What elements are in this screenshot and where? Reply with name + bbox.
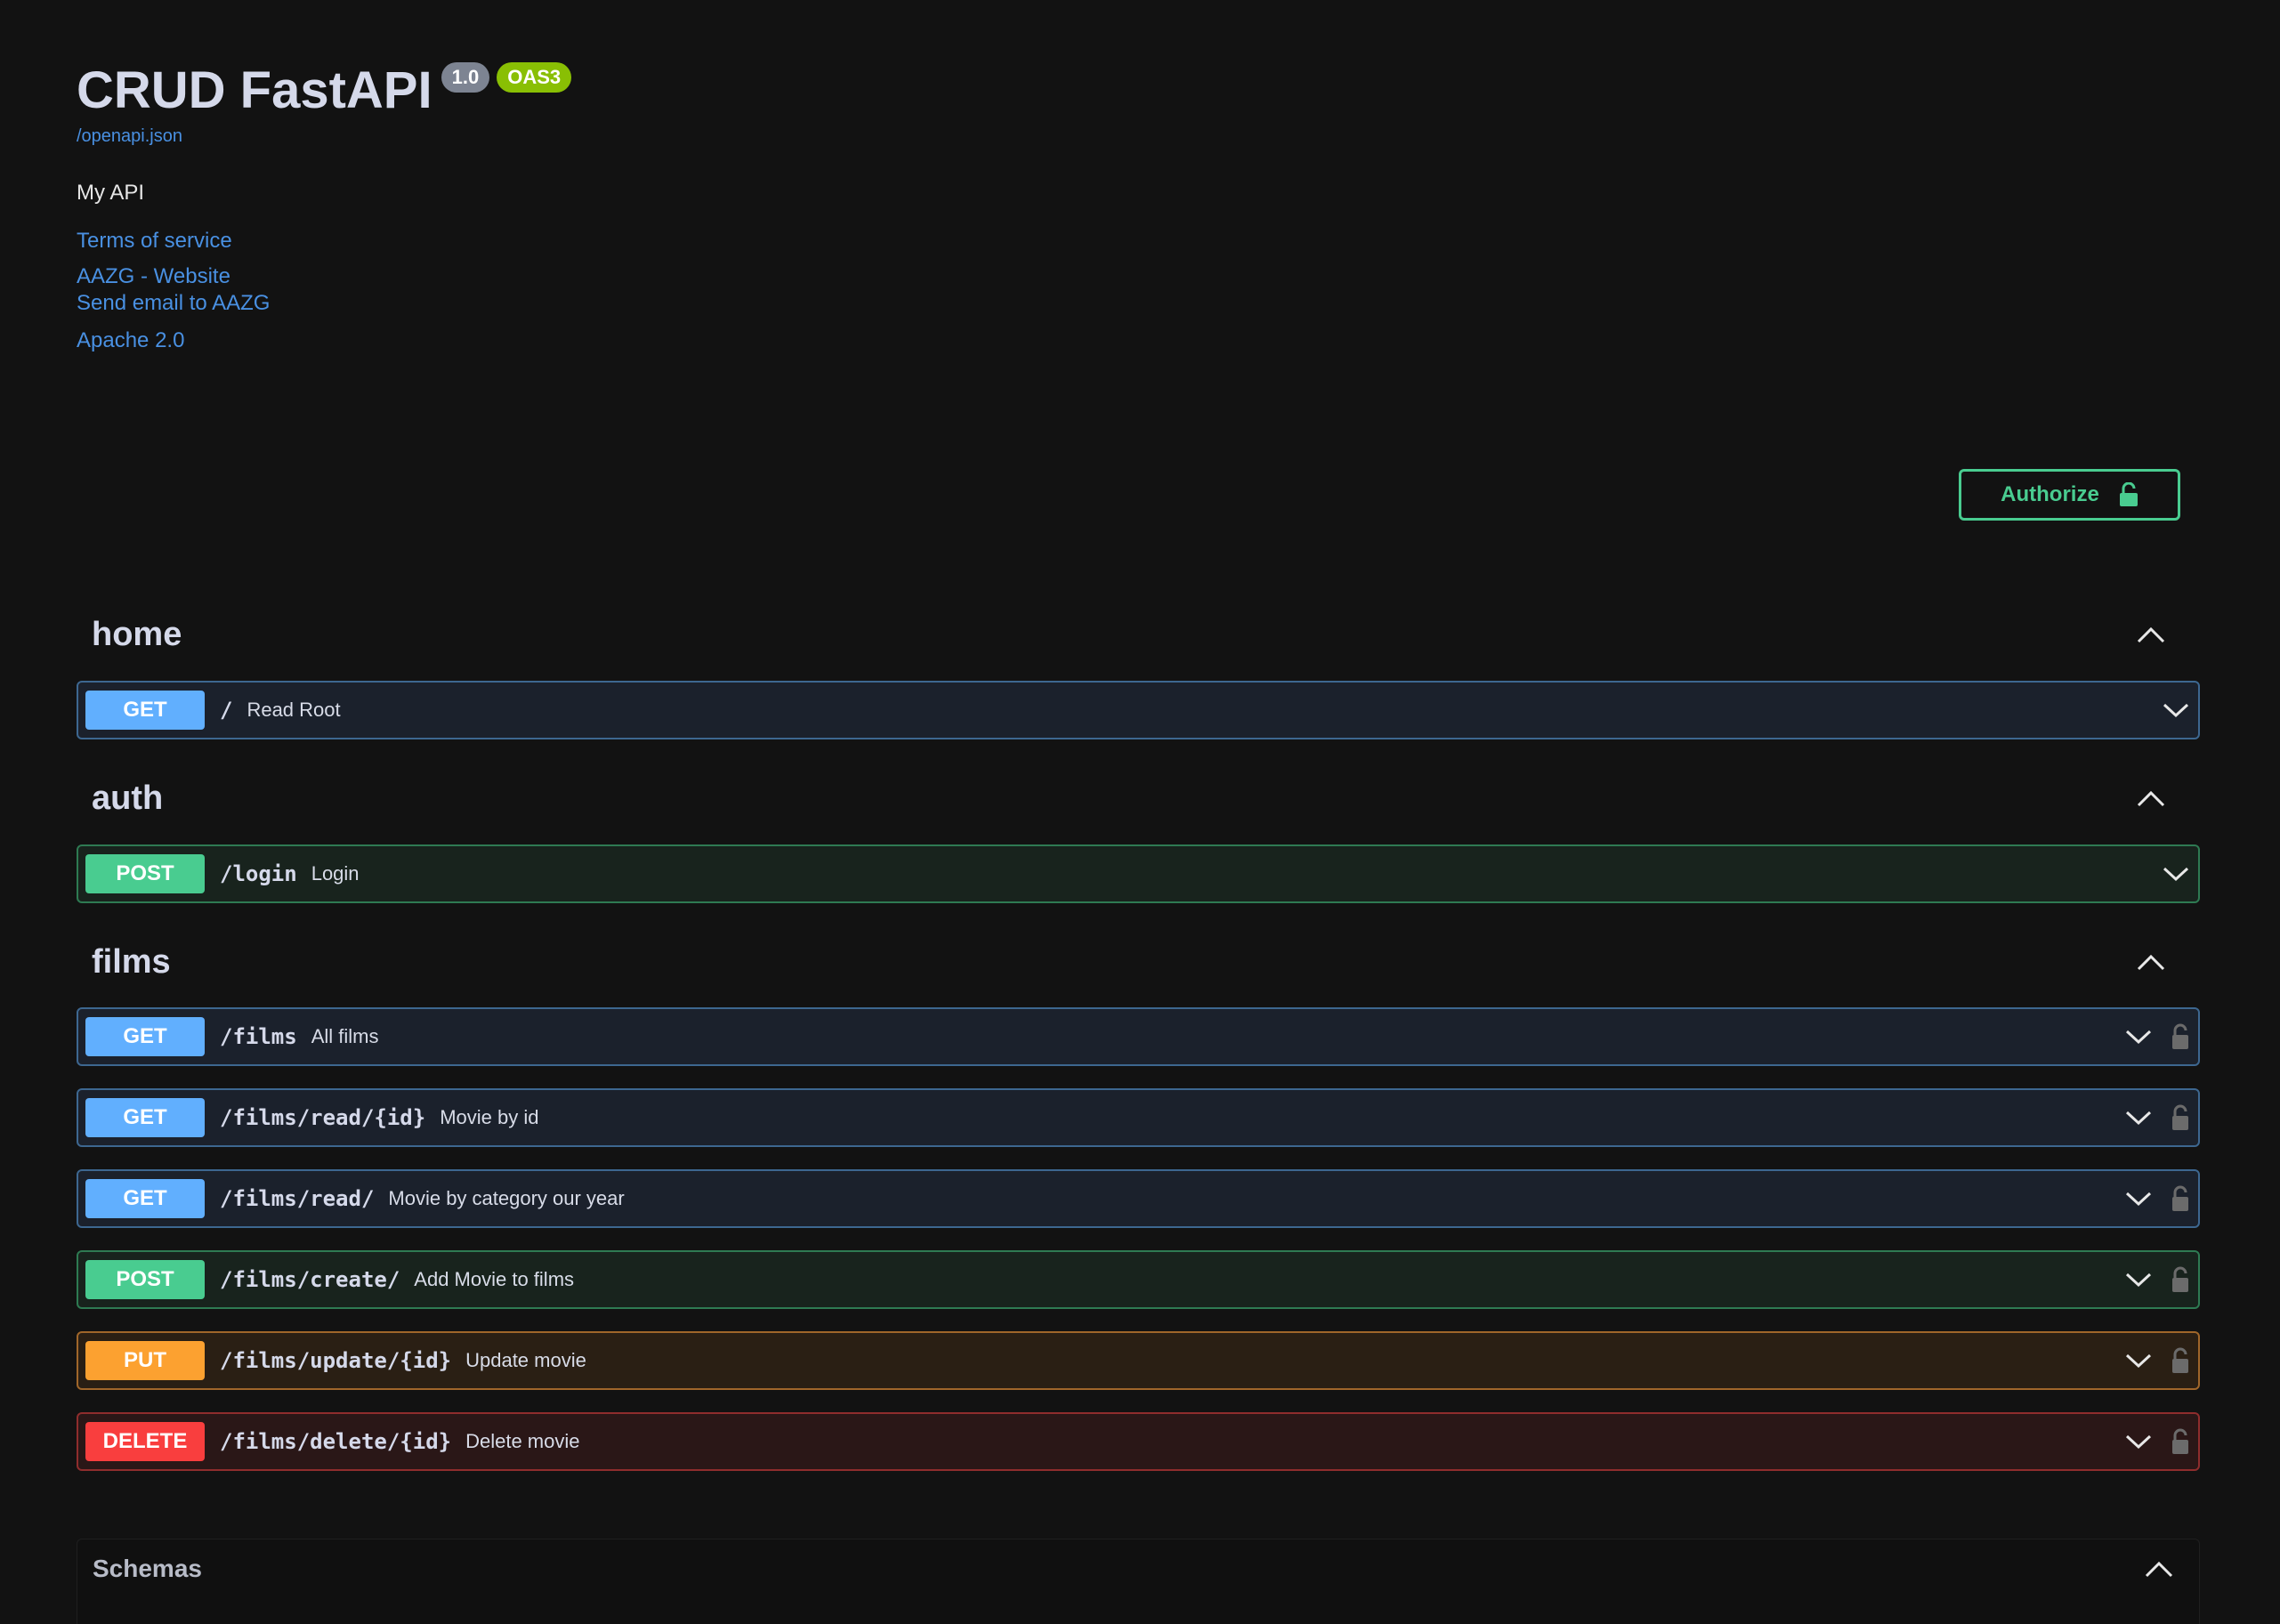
chevron-up-icon[interactable]	[2136, 952, 2166, 972]
operation-controls	[2163, 866, 2189, 882]
method-badge: GET	[85, 1179, 205, 1218]
section-auth-header[interactable]: auth	[77, 767, 2200, 829]
method-badge: PUT	[85, 1341, 205, 1380]
operation-controls	[2125, 1104, 2189, 1131]
contact-email-link[interactable]: Send email to AAZG	[77, 291, 1144, 316]
operation-controls	[2125, 1347, 2189, 1374]
operation-path: /films/update/{id}	[220, 1348, 452, 1373]
operation-path: /films/read/	[220, 1186, 375, 1211]
operation-get-films[interactable]: GET /films All films	[77, 1007, 2200, 1066]
operation-delete-film[interactable]: DELETE /films/delete/{id} Delete movie	[77, 1412, 2200, 1471]
api-description: My API	[77, 181, 145, 205]
chevron-up-icon[interactable]	[2144, 1559, 2174, 1579]
lock-icon[interactable]	[2171, 1185, 2189, 1212]
oas-badge: OAS3	[497, 62, 572, 93]
title-row: CRUD FastAPI 1.0 OAS3	[77, 55, 1144, 126]
authorize-label: Authorize	[2001, 482, 2099, 506]
operation-controls	[2125, 1266, 2189, 1293]
schemas-title: Schemas	[93, 1555, 202, 1582]
openapi-json-link[interactable]: /openapi.json	[77, 126, 1144, 147]
lock-icon[interactable]	[2171, 1428, 2189, 1455]
method-badge: POST	[85, 1260, 205, 1299]
chevron-down-icon[interactable]	[2125, 1353, 2152, 1369]
operation-path: /films/create/	[220, 1267, 400, 1292]
lock-icon[interactable]	[2171, 1104, 2189, 1131]
operation-path: /films	[220, 1024, 297, 1049]
terms-of-service-link[interactable]: Terms of service	[77, 229, 1144, 254]
operation-summary: Update movie	[465, 1349, 586, 1371]
operation-get-film-by-category[interactable]: GET /films/read/ Movie by category our y…	[77, 1169, 2200, 1228]
operation-get-root[interactable]: GET / Read Root	[77, 681, 2200, 739]
operation-post-film-create[interactable]: POST /films/create/ Add Movie to films	[77, 1250, 2200, 1309]
chevron-up-icon[interactable]	[2136, 625, 2166, 644]
chevron-down-icon[interactable]	[2125, 1434, 2152, 1450]
operation-controls	[2125, 1023, 2189, 1050]
section-title: auth	[92, 779, 164, 817]
operation-summary: Movie by id	[440, 1106, 539, 1128]
schemas-panel: Schemas	[77, 1539, 2200, 1624]
section-films-header[interactable]: films	[77, 931, 2200, 993]
operation-get-film-by-id[interactable]: GET /films/read/{id} Movie by id	[77, 1088, 2200, 1147]
method-badge: GET	[85, 1098, 205, 1137]
schemas-header[interactable]: Schemas	[77, 1539, 2199, 1598]
operation-controls	[2125, 1185, 2189, 1212]
license-link[interactable]: Apache 2.0	[77, 328, 1144, 353]
api-info: CRUD FastAPI 1.0 OAS3 /openapi.json My A…	[77, 55, 1144, 353]
method-badge: POST	[85, 854, 205, 893]
chevron-up-icon[interactable]	[2136, 788, 2166, 808]
operation-controls	[2163, 702, 2189, 718]
method-badge: GET	[85, 1017, 205, 1056]
operation-path: /films/read/{id}	[220, 1105, 426, 1130]
section-title: home	[92, 615, 182, 653]
operation-path: /films/delete/{id}	[220, 1429, 452, 1454]
operation-controls	[2125, 1428, 2189, 1455]
lock-icon[interactable]	[2171, 1266, 2189, 1293]
authorize-button[interactable]: Authorize	[1959, 469, 2180, 521]
chevron-down-icon[interactable]	[2125, 1272, 2152, 1288]
section-title: films	[92, 942, 171, 981]
operation-summary: Movie by category our year	[388, 1187, 625, 1209]
contact-website-link[interactable]: AAZG - Website	[77, 264, 1144, 289]
operation-put-film-update[interactable]: PUT /films/update/{id} Update movie	[77, 1331, 2200, 1390]
operation-post-login[interactable]: POST /login Login	[77, 844, 2200, 903]
api-title: CRUD FastAPI	[77, 61, 433, 119]
operation-summary: All films	[311, 1025, 379, 1047]
operation-path: /	[220, 698, 233, 723]
version-badge: 1.0	[441, 62, 490, 93]
chevron-down-icon[interactable]	[2125, 1110, 2152, 1126]
operation-summary: Delete movie	[465, 1430, 580, 1452]
lock-icon[interactable]	[2171, 1347, 2189, 1374]
unlocked-lock-icon	[2119, 482, 2138, 506]
chevron-down-icon[interactable]	[2125, 1029, 2152, 1045]
method-badge: DELETE	[85, 1422, 205, 1461]
section-home-header[interactable]: home	[77, 603, 2200, 666]
chevron-down-icon[interactable]	[2163, 702, 2189, 718]
operation-summary: Login	[311, 862, 360, 885]
lock-icon[interactable]	[2171, 1023, 2189, 1050]
chevron-down-icon[interactable]	[2125, 1191, 2152, 1207]
operation-summary: Add Movie to films	[414, 1268, 575, 1290]
swagger-ui: CRUD FastAPI 1.0 OAS3 /openapi.json My A…	[0, 0, 2280, 1624]
operation-summary: Read Root	[247, 699, 341, 721]
chevron-down-icon[interactable]	[2163, 866, 2189, 882]
operation-path: /login	[220, 861, 297, 886]
method-badge: GET	[85, 691, 205, 730]
